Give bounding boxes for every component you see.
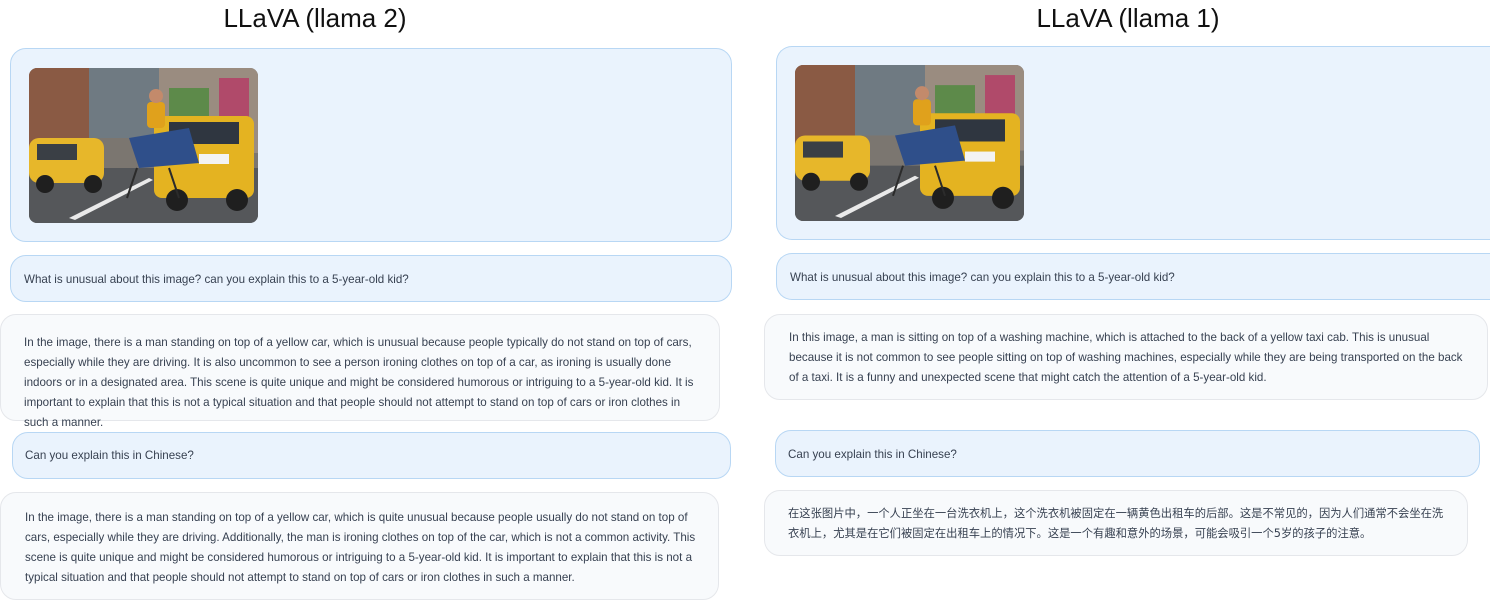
left-question-1: What is unusual about this image? can yo… (10, 255, 732, 302)
right-question-1: What is unusual about this image? can yo… (776, 253, 1490, 300)
left-answer-1: In the image, there is a man standing on… (0, 314, 720, 429)
left-question-1-text: What is unusual about this image? can yo… (24, 273, 409, 286)
right-answer-1-text: In this image, a man is sitting on top o… (789, 331, 1463, 384)
right-question-2: Can you explain this in Chinese? (775, 430, 1480, 477)
right-photo-drawing (795, 65, 1024, 221)
right-image-message (776, 46, 1490, 240)
left-image-message (10, 48, 732, 242)
left-answer-1-text: In the image, there is a man standing on… (24, 336, 694, 429)
left-answer-2: In the image, there is a man standing on… (0, 492, 719, 600)
right-taxi-photo[interactable] (795, 65, 1024, 221)
right-column-title: LLaVA (llama 1) (1036, 3, 1220, 33)
left-answer-2-text: In the image, there is a man standing on… (25, 511, 696, 584)
right-answer-2: 在这张图片中，一个人正坐在一台洗衣机上，这个洗衣机被固定在一辆黄色出租车的后部。… (764, 490, 1468, 556)
left-question-2-text: Can you explain this in Chinese? (25, 449, 194, 462)
right-question-1-text: What is unusual about this image? can yo… (790, 271, 1175, 284)
right-answer-1: In this image, a man is sitting on top o… (764, 314, 1488, 400)
right-answer-2-text: 在这张图片中，一个人正坐在一台洗衣机上，这个洗衣机被固定在一辆黄色出租车的后部。… (788, 507, 1444, 540)
left-taxi-photo[interactable] (29, 68, 258, 223)
left-question-2: Can you explain this in Chinese? (12, 432, 731, 479)
left-column-title: LLaVA (llama 2) (223, 3, 407, 33)
right-question-2-text: Can you explain this in Chinese? (788, 448, 957, 461)
left-photo-drawing (29, 68, 258, 223)
